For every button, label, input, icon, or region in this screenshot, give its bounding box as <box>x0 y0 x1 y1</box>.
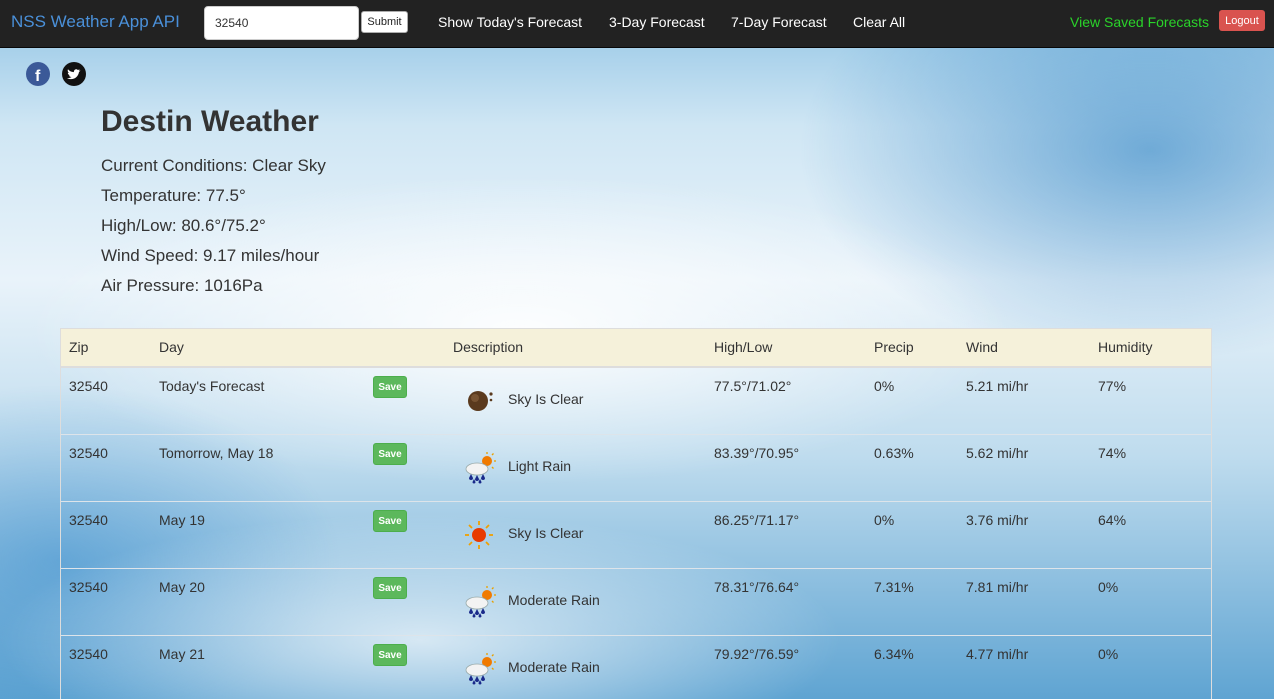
row-day: Tomorrow, May 18 <box>159 445 274 461</box>
rain-sun-icon <box>461 450 497 486</box>
row-humidity: 0% <box>1098 646 1119 662</box>
clear-night-icon <box>461 383 497 419</box>
row-humidity: 77% <box>1098 378 1127 394</box>
row-description: Sky Is Clear <box>508 525 584 541</box>
row-zip: 32540 <box>69 579 108 595</box>
nav-7-day-forecast[interactable]: 7-Day Forecast <box>731 14 827 30</box>
row-day: Today's Forecast <box>159 378 265 394</box>
row-zip: 32540 <box>69 512 108 528</box>
row-precip: 0% <box>874 378 895 394</box>
submit-button[interactable]: Submit <box>361 11 408 33</box>
row-humidity: 0% <box>1098 579 1119 595</box>
row-zip: 32540 <box>69 445 108 461</box>
row-high-low: 77.5°/71.02° <box>714 378 792 394</box>
svg-text:f: f <box>35 68 41 85</box>
nav-saved-forecasts[interactable]: View Saved Forecasts <box>1070 14 1209 30</box>
row-high-low: 83.39°/70.95° <box>714 445 800 461</box>
header-description: Description <box>453 339 524 355</box>
row-zip: 32540 <box>69 378 108 394</box>
save-button[interactable]: Save <box>373 644 407 666</box>
table-row: 32540 May 21 Save Moderate Rain 79.92°/7… <box>61 636 1211 699</box>
twitter-icon[interactable] <box>62 62 86 86</box>
header-humidity: Humidity <box>1098 339 1153 355</box>
sun-icon <box>461 517 497 553</box>
header-wind: Wind <box>966 339 998 355</box>
nav-today-forecast[interactable]: Show Today's Forecast <box>438 14 582 30</box>
facebook-icon[interactable]: f <box>26 62 50 86</box>
nav-3-day-forecast[interactable]: 3-Day Forecast <box>609 14 705 30</box>
row-description: Moderate Rain <box>508 659 600 675</box>
header-day: Day <box>159 339 184 355</box>
save-button[interactable]: Save <box>373 577 407 599</box>
header-high-low: High/Low <box>714 339 773 355</box>
current-temperature: Temperature: 77.5° <box>101 186 246 205</box>
row-precip: 0% <box>874 512 895 528</box>
current-conditions: Current Conditions: Clear Sky <box>101 156 326 175</box>
save-button[interactable]: Save <box>373 376 407 398</box>
row-humidity: 74% <box>1098 445 1127 461</box>
row-wind: 3.76 mi/hr <box>966 512 1029 528</box>
current-air-pressure: Air Pressure: 1016Pa <box>101 276 263 295</box>
row-description: Light Rain <box>508 458 572 474</box>
header-zip: Zip <box>69 339 89 355</box>
row-description: Sky Is Clear <box>508 391 584 407</box>
row-wind: 4.77 mi/hr <box>966 646 1029 662</box>
row-high-low: 79.92°/76.59° <box>714 646 800 662</box>
header-precip: Precip <box>874 339 914 355</box>
row-precip: 7.31% <box>874 579 914 595</box>
save-button[interactable]: Save <box>373 510 407 532</box>
table-row: 32540 Tomorrow, May 18 Save Light Rain 8… <box>61 435 1211 502</box>
table-row: 32540 May 20 Save Moderate Rain 78.31°/7… <box>61 569 1211 636</box>
row-wind: 5.62 mi/hr <box>966 445 1029 461</box>
zip-search-input[interactable] <box>204 6 359 40</box>
row-day: May 21 <box>159 646 205 662</box>
row-wind: 7.81 mi/hr <box>966 579 1029 595</box>
forecast-table: Zip Day Description High/Low Precip Wind… <box>60 328 1212 699</box>
nav-clear-all[interactable]: Clear All <box>853 14 905 30</box>
row-precip: 6.34% <box>874 646 914 662</box>
row-day: May 20 <box>159 579 205 595</box>
table-row: 32540 May 19 Save Sky Is Clear 86.25°/71… <box>61 502 1211 569</box>
save-button[interactable]: Save <box>373 443 407 465</box>
row-description: Moderate Rain <box>508 592 600 608</box>
city-title: Destin Weather <box>101 105 319 138</box>
current-high-low: High/Low: 80.6°/75.2° <box>101 216 266 235</box>
table-header: Zip Day Description High/Low Precip Wind… <box>61 328 1211 368</box>
brand-link[interactable]: NSS Weather App API <box>11 12 180 32</box>
row-high-low: 86.25°/71.17° <box>714 512 800 528</box>
rain-sun-icon <box>461 584 497 620</box>
rain-sun-icon <box>461 651 497 687</box>
row-day: May 19 <box>159 512 205 528</box>
navbar: NSS Weather App API Submit Show Today's … <box>0 0 1274 48</box>
row-wind: 5.21 mi/hr <box>966 378 1029 394</box>
row-humidity: 64% <box>1098 512 1127 528</box>
logout-button[interactable]: Logout <box>1219 10 1265 31</box>
row-precip: 0.63% <box>874 445 914 461</box>
table-row: 32540 Today's Forecast Save Sky Is Clear… <box>61 368 1211 435</box>
row-high-low: 78.31°/76.64° <box>714 579 800 595</box>
row-zip: 32540 <box>69 646 108 662</box>
current-wind-speed: Wind Speed: 9.17 miles/hour <box>101 246 320 265</box>
